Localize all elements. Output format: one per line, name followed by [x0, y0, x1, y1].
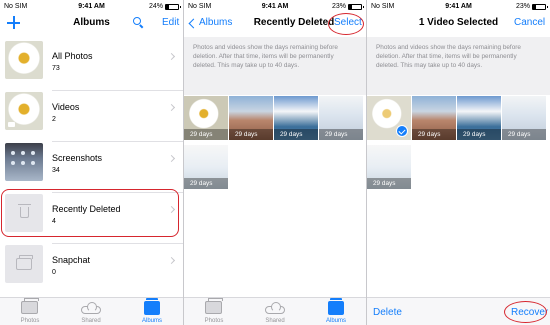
- info-banner: Photos and videos show the days remainin…: [184, 37, 366, 95]
- album-name: Screenshots: [52, 153, 103, 163]
- tab-shared[interactable]: Shared: [245, 298, 305, 325]
- status-bar: No SIM 9:41 AM 24%: [0, 0, 183, 13]
- days-remaining: 29 days: [184, 129, 228, 140]
- album-row-videos[interactable]: Videos 2: [0, 91, 183, 142]
- tab-label: Albums: [141, 318, 162, 324]
- status-bar: No SIM 9:41 AM 23%: [367, 0, 550, 13]
- recently-deleted-thumb: [5, 194, 43, 232]
- days-remaining: 29 days: [457, 129, 501, 140]
- album-name: Snapchat: [52, 255, 91, 265]
- selection-screen: No SIM 9:41 AM 23% 1 Video Selected Canc…: [367, 0, 550, 325]
- albums-screen: No SIM 9:41 AM 24% Albums Edit All Photo…: [0, 0, 183, 325]
- search-icon[interactable]: [133, 17, 144, 29]
- album-count: 73: [52, 65, 60, 72]
- tab-shared[interactable]: Shared: [61, 298, 121, 325]
- album-row-screenshots[interactable]: Screenshots 34: [0, 142, 183, 193]
- album-row-snapchat[interactable]: Snapchat 0: [0, 244, 183, 295]
- nav-bar: Albums Edit: [0, 13, 183, 37]
- info-text: Photos and videos show the days remainin…: [193, 44, 338, 69]
- info-text: Photos and videos show the days remainin…: [376, 44, 521, 69]
- photo-thumb[interactable]: 29 days: [412, 96, 456, 140]
- tab-label: Shared: [81, 318, 101, 324]
- battery-percent: 23%: [515, 3, 530, 10]
- phone-screenshot-thumb: [5, 143, 43, 181]
- days-remaining: 29 days: [502, 129, 546, 140]
- info-banner: Photos and videos show the days remainin…: [367, 37, 550, 95]
- album-count: 2: [52, 116, 56, 123]
- chevron-right-icon: [167, 256, 176, 265]
- photo-thumb-selected[interactable]: [367, 96, 411, 140]
- album-count: 4: [52, 218, 56, 225]
- battery-indicator: 23%: [515, 3, 548, 10]
- cancel-button[interactable]: Cancel: [514, 17, 545, 28]
- photo-thumb[interactable]: 29 days: [319, 96, 363, 140]
- album-row-recently-deleted[interactable]: Recently Deleted 4: [0, 189, 183, 244]
- checkmark-icon: [396, 125, 408, 137]
- photo-thumb[interactable]: 29 days: [502, 96, 546, 140]
- photo-thumb[interactable]: 29 days: [184, 145, 228, 189]
- recover-button[interactable]: Recover: [511, 307, 548, 318]
- album-name: Videos: [52, 102, 80, 112]
- days-remaining: 29 days: [274, 129, 318, 140]
- tab-bar: Photos Shared Albums: [0, 297, 183, 325]
- chevron-right-icon: [167, 154, 176, 163]
- photo-thumb[interactable]: 29 days: [367, 145, 411, 189]
- photo-thumb[interactable]: 29 days: [229, 96, 273, 140]
- status-bar: No SIM 9:41 AM 23%: [184, 0, 366, 13]
- tab-albums[interactable]: Albums: [122, 298, 182, 325]
- battery-indicator: 23%: [331, 3, 364, 10]
- album-row-all-photos[interactable]: All Photos 73: [0, 40, 183, 91]
- battery-percent: 24%: [148, 3, 163, 10]
- photos-icon: [21, 298, 39, 314]
- chevron-right-icon: [167, 103, 176, 112]
- battery-icon: [165, 3, 181, 10]
- tab-label: Photos: [20, 318, 40, 324]
- folder-icon: [16, 255, 33, 270]
- nav-bar: Albums Recently Deleted Select: [184, 13, 366, 37]
- cloud-icon: [81, 302, 101, 314]
- days-remaining: 29 days: [319, 129, 363, 140]
- tab-photos[interactable]: Photos: [184, 298, 244, 325]
- recently-deleted-screen: No SIM 9:41 AM 23% Albums Recently Delet…: [184, 0, 366, 325]
- chevron-left-icon[interactable]: [188, 18, 199, 29]
- tab-albums[interactable]: Albums: [306, 298, 366, 325]
- battery-icon: [348, 3, 364, 10]
- tab-photos[interactable]: Photos: [0, 298, 60, 325]
- photos-icon: [205, 298, 223, 314]
- cloud-icon: [265, 302, 285, 314]
- video-camera-icon: [8, 122, 15, 127]
- tab-bar: Photos Shared Albums: [184, 297, 366, 325]
- days-remaining: 29 days: [412, 129, 456, 140]
- photo-thumb[interactable]: 29 days: [457, 96, 501, 140]
- chevron-right-icon: [167, 52, 176, 61]
- photo-thumb[interactable]: 29 days: [184, 96, 228, 140]
- page-title: Albums: [73, 17, 110, 28]
- bottom-toolbar: Delete Recover: [367, 297, 550, 325]
- select-button[interactable]: Select: [334, 17, 362, 28]
- tab-label: Photos: [204, 318, 224, 324]
- delete-button[interactable]: Delete: [373, 307, 402, 318]
- flower-photo-thumb: [5, 41, 43, 79]
- album-name: All Photos: [52, 51, 93, 61]
- album-name: Recently Deleted: [52, 204, 121, 214]
- albums-icon: [328, 298, 344, 315]
- album-count: 34: [52, 167, 60, 174]
- album-count: 0: [52, 269, 56, 276]
- tab-label: Shared: [265, 318, 285, 324]
- battery-icon: [532, 3, 548, 10]
- battery-indicator: 24%: [148, 3, 181, 10]
- trash-icon: [18, 204, 31, 218]
- days-remaining: 29 days: [367, 178, 411, 189]
- tab-label: Albums: [325, 318, 346, 324]
- days-remaining: 29 days: [229, 129, 273, 140]
- chevron-right-icon: [167, 205, 176, 214]
- flower-video-thumb: [5, 92, 43, 130]
- battery-percent: 23%: [331, 3, 346, 10]
- days-remaining: 29 days: [184, 178, 228, 189]
- albums-icon: [144, 298, 160, 315]
- snapchat-folder-thumb: [5, 245, 43, 283]
- photo-thumb[interactable]: 29 days: [274, 96, 318, 140]
- nav-bar: 1 Video Selected Cancel: [367, 13, 550, 37]
- edit-button[interactable]: Edit: [162, 17, 179, 28]
